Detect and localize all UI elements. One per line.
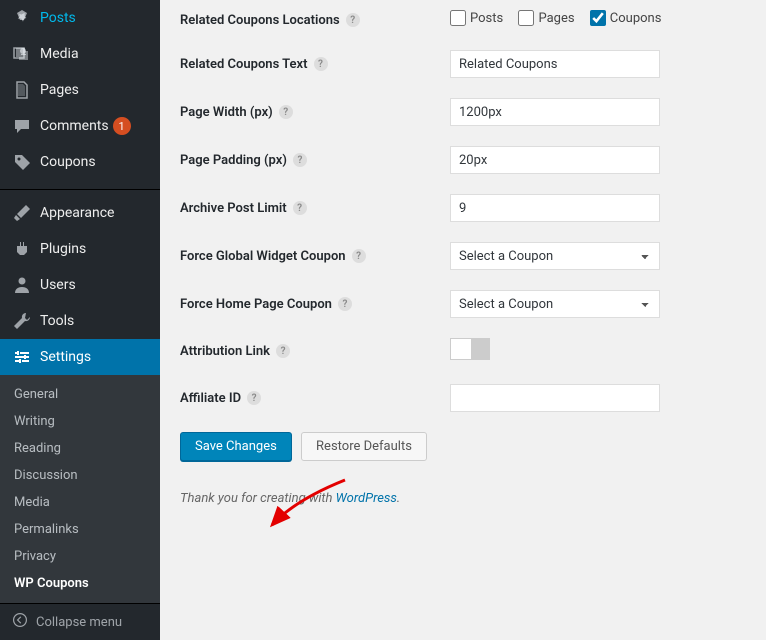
row-global-widget: Force Global Widget Coupon ? Select a Co… (180, 242, 746, 270)
help-icon[interactable]: ? (293, 201, 307, 215)
settings-submenu: General Writing Reading Discussion Media… (0, 375, 160, 603)
brush-icon (12, 203, 32, 223)
menu-plugins[interactable]: Plugins (0, 231, 160, 267)
label-related-text: Related Coupons Text ? (180, 57, 450, 72)
help-icon[interactable]: ? (346, 13, 360, 27)
menu-comments[interactable]: Comments 1 (0, 108, 160, 144)
menu-coupons[interactable]: Coupons (0, 144, 160, 180)
menu-label: Comments (40, 118, 109, 134)
menu-label: Coupons (40, 154, 96, 170)
label-page-width: Page Width (px) ? (180, 105, 450, 120)
help-icon[interactable]: ? (247, 391, 261, 405)
menu-posts[interactable]: Posts (0, 0, 160, 36)
wrench-icon (12, 311, 32, 331)
toggle-knob (451, 339, 471, 359)
submenu-privacy[interactable]: Privacy (0, 543, 160, 570)
select-global-widget[interactable]: Select a Coupon (450, 242, 660, 270)
row-page-width: Page Width (px) ? (180, 98, 746, 126)
row-attribution: Attribution Link ? (180, 338, 746, 364)
main-menu: Posts Media Pages Comments 1 Coupons App… (0, 0, 160, 603)
media-icon (12, 44, 32, 64)
menu-label: Settings (40, 349, 91, 365)
submenu-general[interactable]: General (0, 381, 160, 408)
row-home-coupon: Force Home Page Coupon ? Select a Coupon (180, 290, 746, 318)
restore-button[interactable]: Restore Defaults (301, 432, 427, 461)
submenu-permalinks[interactable]: Permalinks (0, 516, 160, 543)
help-icon[interactable]: ? (279, 105, 293, 119)
menu-label: Posts (40, 10, 76, 26)
sliders-icon (12, 347, 32, 367)
menu-label: Appearance (40, 205, 114, 221)
menu-label: Media (40, 46, 79, 62)
footer-credit: Thank you for creating with WordPress. (180, 491, 746, 506)
collapse-icon (12, 612, 28, 632)
menu-pages[interactable]: Pages (0, 72, 160, 108)
row-page-padding: Page Padding (px) ? (180, 146, 746, 174)
menu-label: Pages (40, 82, 79, 98)
label-global-widget: Force Global Widget Coupon ? (180, 249, 450, 264)
input-archive-limit[interactable] (450, 194, 660, 222)
user-icon (12, 275, 32, 295)
submenu-media[interactable]: Media (0, 489, 160, 516)
menu-media[interactable]: Media (0, 36, 160, 72)
help-icon[interactable]: ? (276, 344, 290, 358)
checkbox-coupons[interactable]: Coupons (590, 10, 662, 26)
menu-label: Users (40, 277, 76, 293)
row-related-locations: Related Coupons Locations ? Posts Pages … (180, 10, 746, 30)
field-related-locations: Posts Pages Coupons (450, 10, 673, 30)
label-archive-limit: Archive Post Limit ? (180, 201, 450, 216)
checkbox-pages[interactable]: Pages (518, 10, 574, 26)
input-affiliate-id[interactable] (450, 384, 660, 412)
help-icon[interactable]: ? (314, 57, 328, 71)
label-attribution: Attribution Link ? (180, 344, 450, 359)
label-affiliate-id: Affiliate ID ? (180, 391, 450, 406)
comment-icon (12, 116, 32, 136)
save-button[interactable]: Save Changes (180, 432, 292, 461)
menu-tools[interactable]: Tools (0, 303, 160, 339)
input-related-text[interactable] (450, 50, 660, 78)
pin-icon (12, 8, 32, 28)
checkbox-posts[interactable]: Posts (450, 10, 503, 26)
help-icon[interactable]: ? (352, 249, 366, 263)
wordpress-link[interactable]: WordPress (336, 491, 397, 506)
label-related-locations: Related Coupons Locations ? (180, 13, 450, 28)
help-icon[interactable]: ? (338, 297, 352, 311)
menu-label: Plugins (40, 241, 86, 257)
menu-separator (0, 185, 160, 190)
row-related-text: Related Coupons Text ? (180, 50, 746, 78)
submenu-discussion[interactable]: Discussion (0, 462, 160, 489)
submenu-writing[interactable]: Writing (0, 408, 160, 435)
input-page-width[interactable] (450, 98, 660, 126)
toggle-attribution[interactable] (450, 338, 490, 360)
collapse-label: Collapse menu (36, 615, 122, 630)
plugin-icon (12, 239, 32, 259)
submenu-reading[interactable]: Reading (0, 435, 160, 462)
menu-appearance[interactable]: Appearance (0, 195, 160, 231)
collapse-menu[interactable]: Collapse menu (0, 603, 160, 640)
admin-sidebar: Posts Media Pages Comments 1 Coupons App… (0, 0, 160, 613)
submenu-wpcoupons[interactable]: WP Coupons (0, 570, 160, 597)
help-icon[interactable]: ? (293, 153, 307, 167)
select-home-coupon[interactable]: Select a Coupon (450, 290, 660, 318)
menu-settings[interactable]: Settings (0, 339, 160, 375)
row-affiliate-id: Affiliate ID ? (180, 384, 746, 412)
menu-users[interactable]: Users (0, 267, 160, 303)
settings-content: Related Coupons Locations ? Posts Pages … (160, 0, 766, 613)
form-buttons: Save Changes Restore Defaults (180, 432, 746, 461)
input-page-padding[interactable] (450, 146, 660, 174)
comments-badge: 1 (113, 117, 131, 135)
row-archive-limit: Archive Post Limit ? (180, 194, 746, 222)
label-page-padding: Page Padding (px) ? (180, 153, 450, 168)
page-icon (12, 80, 32, 100)
label-home-coupon: Force Home Page Coupon ? (180, 297, 450, 312)
tag-icon (12, 152, 32, 172)
menu-label: Tools (40, 313, 74, 329)
